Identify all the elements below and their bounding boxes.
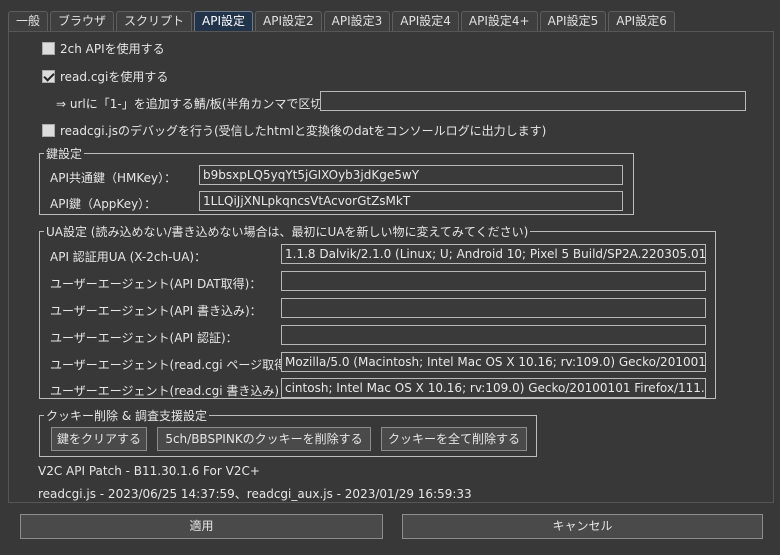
ua-readcgi-post-input[interactable]: cintosh; Intel Mac OS X 10.16; rv:109.0)… — [281, 378, 706, 398]
use-2ch-api-option[interactable]: 2ch APIを使用する — [42, 40, 165, 57]
hmkey-label: API共通鍵（HMKey）： — [50, 171, 177, 185]
tab-api-settings-6[interactable]: API設定6 — [608, 11, 675, 32]
tab-api-settings-4[interactable]: API設定4 — [392, 11, 459, 32]
use-2ch-api-label: 2ch APIを使用する — [60, 42, 165, 56]
url-append-input[interactable] — [320, 91, 746, 111]
use-read-cgi-checkbox[interactable] — [42, 70, 55, 83]
tab-api-settings-4plus[interactable]: API設定4+ — [460, 11, 538, 32]
use-read-cgi-label: read.cgiを使用する — [60, 70, 169, 84]
tab-api-settings[interactable]: API設定 — [194, 11, 254, 32]
readcgi-debug-option[interactable]: readcgi.jsのデバッグを行う(受信したhtmlと変換後のdatをコンソー… — [42, 122, 546, 139]
patch-version-text: V2C API Patch - B11.30.1.6 For V2C+ — [38, 464, 260, 478]
appkey-label: API鍵（AppKey）： — [50, 197, 157, 211]
ua-auth-input[interactable]: 1.1.8 Dalvik/2.1.0 (Linux; U; Android 10… — [281, 244, 706, 264]
url-append-label: ⇒ urlに「1-」を追加する鯖/板(半角カンマで区切る)： — [56, 97, 352, 111]
ua-readcgi-post-label: ユーザーエージェント(read.cgi 書き込み)： — [50, 384, 292, 398]
key-settings-legend: 鍵設定 — [46, 147, 83, 161]
delete-5ch-cookies-button[interactable]: 5ch/BBSPINKのクッキーを削除する — [157, 427, 371, 451]
cancel-button[interactable]: キャンセル — [402, 514, 763, 539]
tab-api-settings-5[interactable]: API設定5 — [539, 11, 607, 32]
clear-keys-button[interactable]: 鍵をクリアする — [51, 427, 147, 451]
api-settings-panel: 2ch APIを使用する read.cgiを使用する ⇒ urlに「1-」を追加… — [8, 31, 774, 503]
readcgi-debug-label: readcgi.jsのデバッグを行う(受信したhtmlと変換後のdatをコンソー… — [60, 124, 547, 138]
readcgi-debug-checkbox[interactable] — [42, 124, 55, 137]
use-2ch-api-checkbox[interactable] — [42, 42, 55, 55]
ua-api-post-label: ユーザーエージェント(API 書き込み)： — [50, 304, 262, 318]
hmkey-input[interactable] — [199, 165, 623, 185]
tab-script[interactable]: スクリプト — [116, 11, 193, 32]
apply-button[interactable]: 適用 — [20, 514, 383, 539]
ua-readcgi-get-label: ユーザーエージェント(read.cgi ページ取得)： — [50, 358, 303, 372]
script-versions-text: readcgi.js - 2023/06/25 14:37:59、readcgi… — [38, 487, 472, 501]
ua-api-post-input[interactable] — [281, 298, 706, 318]
tab-browser[interactable]: ブラウザ — [50, 11, 115, 32]
use-read-cgi-option[interactable]: read.cgiを使用する — [42, 68, 168, 85]
tab-general[interactable]: 一般 — [8, 11, 49, 32]
ua-readcgi-get-input[interactable]: Mozilla/5.0 (Macintosh; Intel Mac OS X 1… — [281, 352, 706, 372]
ua-api-auth-label: ユーザーエージェント(API 認証)： — [50, 331, 238, 345]
cookie-settings-legend: クッキー削除 & 調査支援設定 — [46, 409, 207, 423]
tab-api-settings-3[interactable]: API設定3 — [323, 11, 391, 32]
tab-bar: 一般 ブラウザ スクリプト API設定 API設定2 API設定3 API設定4… — [8, 11, 677, 32]
tab-api-settings-2[interactable]: API設定2 — [255, 11, 322, 32]
ua-auth-label: API 認証用UA (X-2ch-UA)： — [50, 250, 207, 264]
ua-api-dat-label: ユーザーエージェント(API DAT取得)： — [50, 277, 262, 291]
ua-api-dat-input[interactable] — [281, 271, 706, 291]
delete-all-cookies-button[interactable]: クッキーを全て削除する — [381, 427, 527, 451]
appkey-input[interactable] — [199, 191, 623, 211]
ua-api-auth-input[interactable] — [281, 325, 706, 345]
ua-settings-legend: UA設定 (読み込めない/書き込めない場合は、最初にUAを新しい物に変えてみてく… — [46, 225, 529, 239]
